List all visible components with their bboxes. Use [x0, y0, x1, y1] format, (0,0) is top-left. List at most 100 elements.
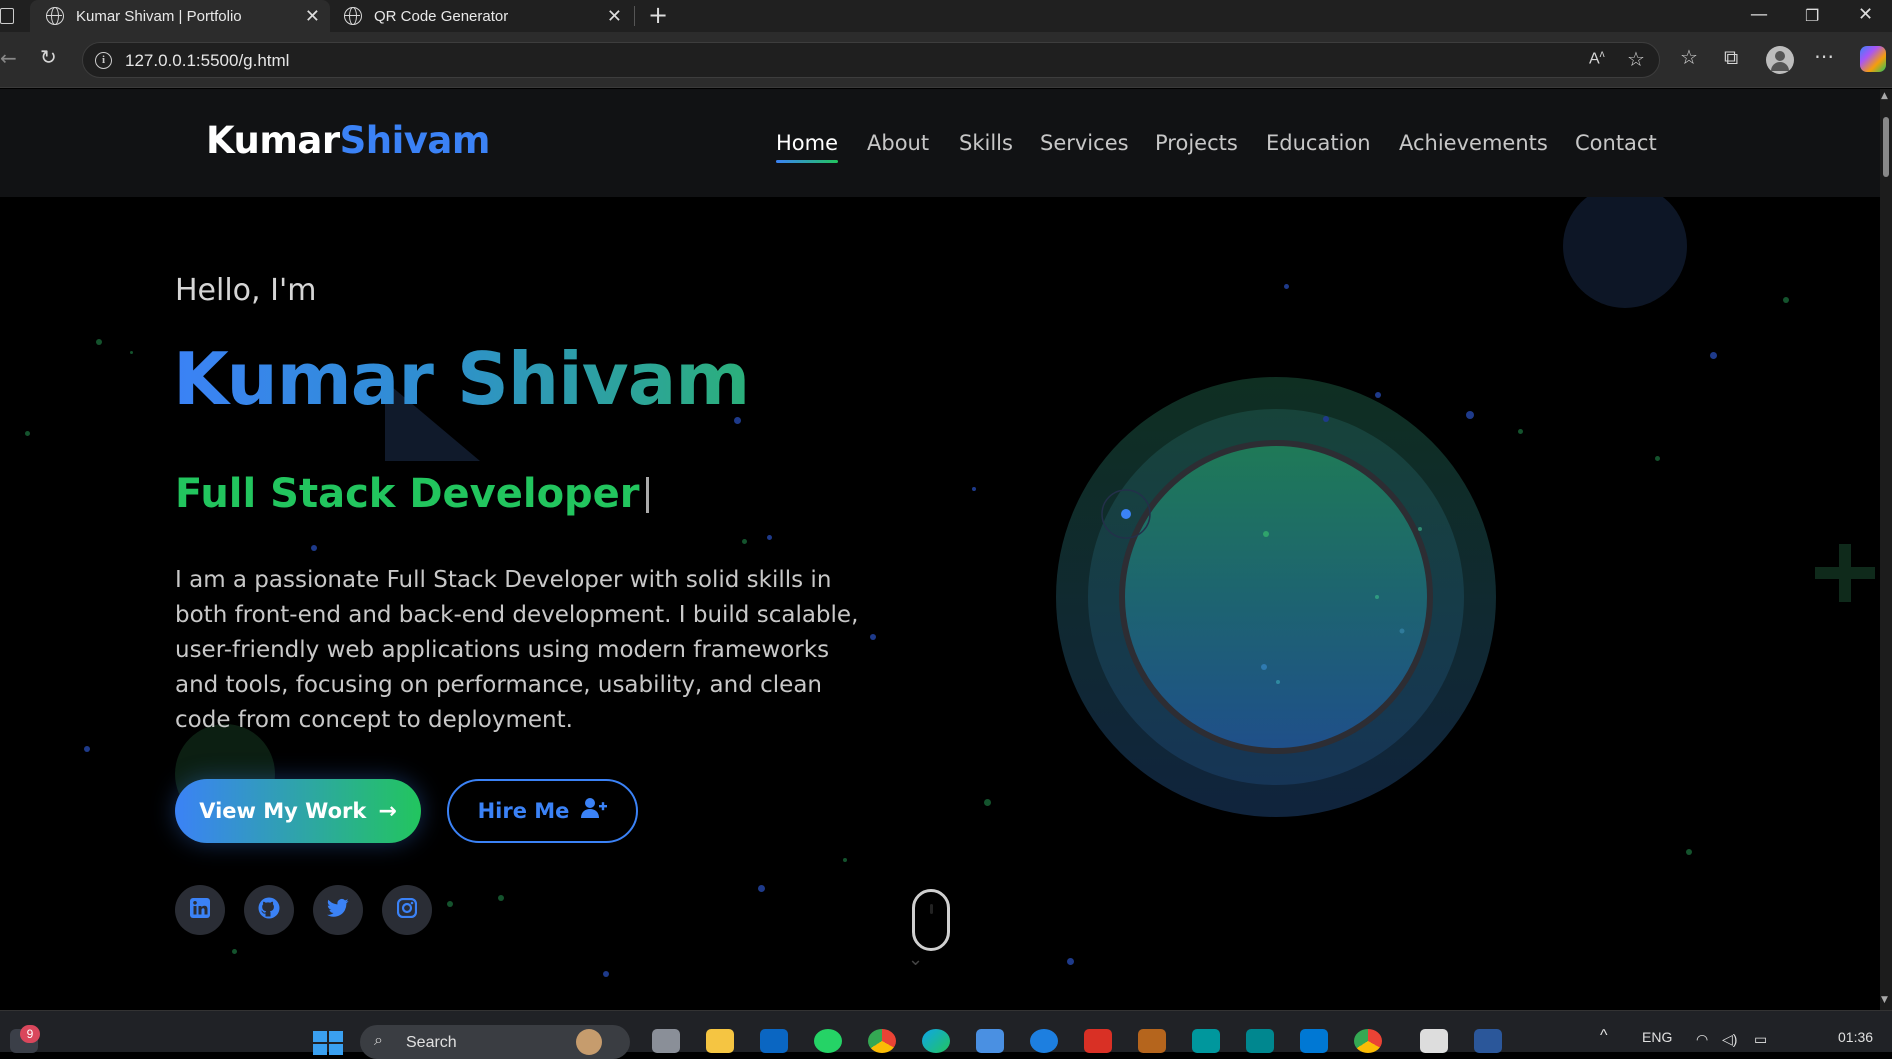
arduino-icon[interactable] — [1192, 1029, 1220, 1053]
hire-me-button[interactable]: Hire Me — [447, 779, 638, 843]
gmail-icon[interactable] — [1084, 1029, 1112, 1053]
linkedin-icon — [190, 898, 210, 922]
decor-plus — [1839, 544, 1851, 602]
site-logo[interactable]: KumarShivam — [206, 119, 490, 162]
search-icon: ⌕ — [374, 1032, 383, 1049]
url-text: 127.0.0.1:5500/g.html — [125, 51, 290, 70]
linkedin-link[interactable] — [175, 885, 225, 935]
linkedin-app-icon[interactable] — [760, 1029, 788, 1053]
hire-me-label: Hire Me — [477, 799, 570, 823]
close-window-icon[interactable]: ✕ — [1858, 4, 1873, 25]
twitter-link[interactable] — [313, 885, 363, 935]
favorites-icon[interactable]: ☆ — [1680, 45, 1698, 69]
globe-icon — [46, 7, 64, 25]
restore-icon[interactable]: ❐ — [1805, 6, 1819, 25]
page-scrollbar[interactable]: ▲ ▼ — [1880, 89, 1892, 1010]
more-menu-icon[interactable]: ⋯ — [1814, 44, 1834, 68]
minimize-icon[interactable]: — — [1750, 4, 1768, 25]
back-icon[interactable]: ← — [0, 46, 17, 70]
language-indicator[interactable]: ENG — [1642, 1029, 1672, 1045]
url-input[interactable]: i 127.0.0.1:5500/g.html Aʌ ☆ — [82, 42, 1660, 78]
browser-address-bar: ← ↻ i 127.0.0.1:5500/g.html Aʌ ☆ ☆ ⧉ ⋯ — [0, 32, 1892, 88]
favorite-star-icon[interactable]: ☆ — [1627, 47, 1645, 71]
tab-portfolio[interactable]: Kumar Shivam | Portfolio ✕ — [30, 0, 330, 32]
nav-skills[interactable]: Skills — [959, 131, 1013, 155]
profile-avatar[interactable] — [1766, 46, 1794, 74]
extensions-icon[interactable]: ⧉ — [1724, 45, 1738, 69]
chrome-profile-icon[interactable] — [1354, 1029, 1382, 1053]
windows-start-icon[interactable] — [313, 1031, 343, 1055]
whatsapp-icon[interactable] — [814, 1029, 842, 1053]
store-icon[interactable] — [976, 1029, 1004, 1053]
decor-circle — [1563, 184, 1687, 308]
search-highlight-image — [576, 1029, 602, 1055]
wifi-icon[interactable]: ◠ — [1696, 1031, 1708, 1048]
hero-bio: I am a passionate Full Stack Developer w… — [175, 567, 859, 733]
new-tab-button[interactable]: + — [648, 1, 668, 29]
search-label: Search — [406, 1034, 457, 1051]
read-aloud-icon[interactable]: Aʌ — [1589, 49, 1605, 68]
browser-tab-bar: Kumar Shivam | Portfolio ✕ QR Code Gener… — [0, 0, 1892, 32]
nav-achievements[interactable]: Achievements — [1399, 131, 1548, 155]
app-icon[interactable] — [1420, 1029, 1448, 1053]
scrollbar-thumb[interactable] — [1883, 117, 1889, 177]
task-view-icon[interactable] — [652, 1029, 680, 1053]
scroll-up-arrow[interactable]: ▲ — [1881, 91, 1888, 101]
nav-education[interactable]: Education — [1266, 131, 1371, 155]
view-my-work-button[interactable]: View My Work → — [175, 779, 421, 843]
logo-first: Kumar — [206, 119, 340, 162]
scroll-down-arrow[interactable]: ▼ — [1881, 995, 1888, 1005]
twitter-icon — [327, 898, 349, 922]
hero-role: Full Stack Developer — [175, 471, 649, 517]
hero-orbit-illustration — [1056, 377, 1496, 817]
tab-title: Kumar Shivam | Portfolio — [76, 7, 242, 25]
orbit-core — [1119, 440, 1433, 754]
user-plus-icon — [581, 797, 608, 825]
nav-home[interactable]: Home — [776, 131, 839, 163]
globe-icon — [344, 7, 362, 25]
close-tab-icon[interactable]: ✕ — [305, 6, 320, 27]
word-icon[interactable] — [1474, 1029, 1502, 1053]
tab-actions-icon[interactable] — [0, 8, 14, 24]
site-navbar: KumarShivam Home About Skills Services P… — [0, 89, 1880, 197]
arduino-ide-icon[interactable] — [1246, 1029, 1274, 1053]
taskbar-search[interactable]: ⌕ Search — [360, 1025, 630, 1059]
instagram-icon — [396, 897, 418, 922]
close-tab-icon[interactable]: ✕ — [607, 6, 622, 27]
nav-services[interactable]: Services — [1040, 131, 1129, 155]
hero-name: Kumar Shivam — [173, 337, 750, 421]
instagram-link[interactable] — [382, 885, 432, 935]
battery-icon[interactable]: ▭ — [1754, 1031, 1767, 1048]
tab-divider — [634, 6, 635, 26]
chrome-icon[interactable] — [868, 1029, 896, 1053]
tab-title: QR Code Generator — [374, 7, 509, 25]
hero-greeting: Hello, I'm — [175, 273, 317, 308]
nav-contact[interactable]: Contact — [1575, 131, 1657, 155]
vscode-icon[interactable] — [1300, 1029, 1328, 1053]
orbit-satellite-dot — [1121, 509, 1131, 519]
nav-projects[interactable]: Projects — [1155, 131, 1238, 155]
tab-qr-generator[interactable]: QR Code Generator ✕ — [334, 0, 632, 32]
clock-time[interactable]: 01:36 — [1838, 1029, 1873, 1045]
tray-chevron-up-icon[interactable]: ^ — [1600, 1027, 1608, 1045]
typing-cursor — [645, 477, 649, 513]
portfolio-page: KumarShivam Home About Skills Services P… — [0, 89, 1880, 1010]
scroll-down-indicator[interactable] — [912, 889, 950, 951]
app-icon[interactable] — [1138, 1029, 1166, 1053]
refresh-icon[interactable]: ↻ — [40, 45, 57, 69]
windows-taskbar: 9 ⌕ Search ^ ENG ◠ ◁) ▭ 01:36 — [0, 1010, 1892, 1059]
notification-badge: 9 — [20, 1025, 40, 1043]
info-icon[interactable]: i — [95, 52, 112, 69]
file-explorer-icon[interactable] — [706, 1029, 734, 1053]
view-my-work-label: View My Work — [199, 799, 367, 823]
github-link[interactable] — [244, 885, 294, 935]
github-icon — [258, 897, 280, 923]
edge-icon[interactable] — [922, 1029, 950, 1053]
mouse-wheel — [930, 904, 933, 914]
copilot-icon[interactable] — [1860, 46, 1886, 72]
help-icon[interactable] — [1030, 1029, 1058, 1053]
volume-icon[interactable]: ◁) — [1722, 1031, 1737, 1048]
nav-about[interactable]: About — [867, 131, 929, 155]
logo-second: Shivam — [339, 119, 491, 162]
chevron-down-icon: ⌄ — [908, 949, 924, 970]
